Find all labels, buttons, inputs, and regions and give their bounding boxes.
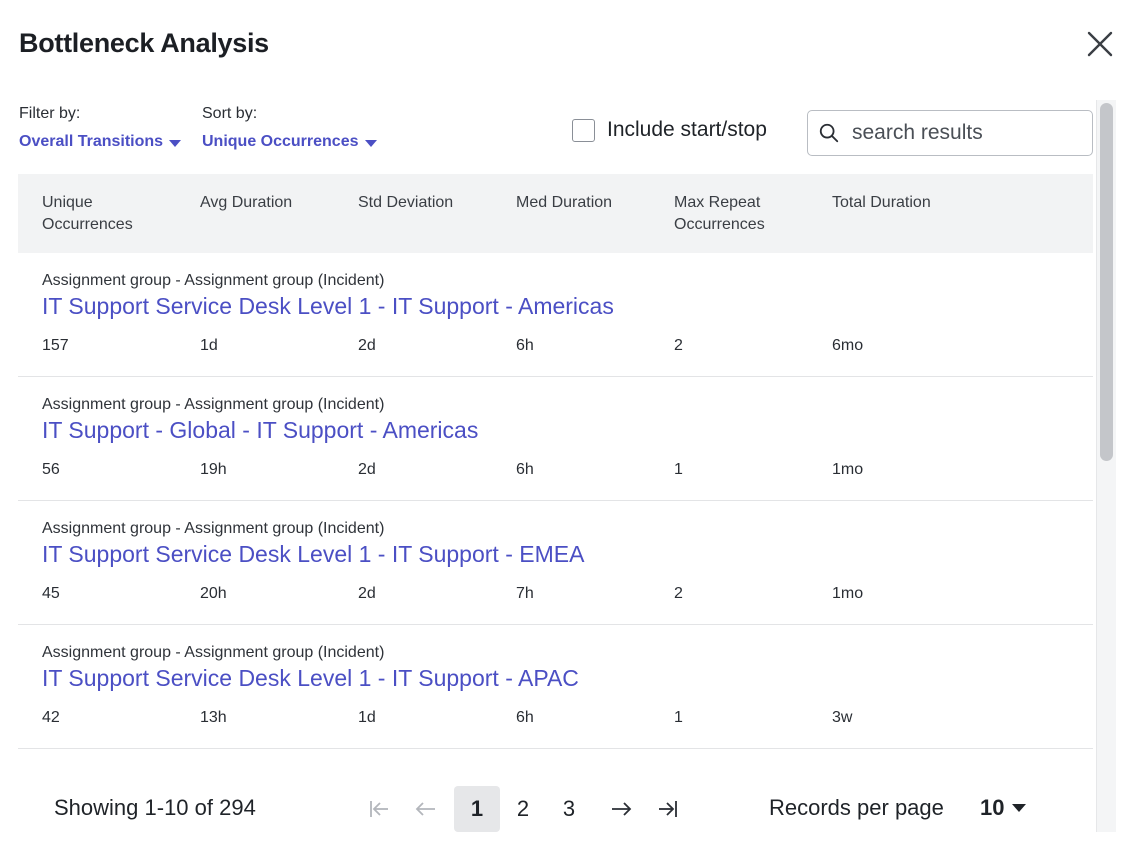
page-3-button[interactable]: 3 bbox=[546, 786, 592, 832]
close-icon bbox=[1087, 31, 1113, 57]
column-header-unique-occurrences[interactable]: Unique Occurrences bbox=[42, 192, 182, 236]
cell-med-duration: 6h bbox=[516, 461, 534, 478]
row-transition-link[interactable]: IT Support Service Desk Level 1 - IT Sup… bbox=[42, 665, 579, 692]
table-row: Assignment group - Assignment group (Inc… bbox=[18, 501, 1093, 625]
last-page-button[interactable] bbox=[649, 786, 687, 832]
cell-avg-duration: 19h bbox=[200, 461, 227, 478]
pagination: 1 2 3 bbox=[360, 786, 696, 832]
cell-med-duration: 7h bbox=[516, 585, 534, 602]
caret-down-icon bbox=[169, 139, 182, 147]
table-row: Assignment group - Assignment group (Inc… bbox=[18, 377, 1093, 501]
search-icon bbox=[819, 123, 839, 143]
cell-max-repeat: 2 bbox=[674, 337, 683, 354]
previous-page-button[interactable] bbox=[407, 786, 445, 832]
cell-unique-occurrences: 157 bbox=[42, 337, 69, 354]
sort-by-group: Sort by: Unique Occurrences bbox=[202, 105, 377, 151]
dialog-title: Bottleneck Analysis bbox=[19, 28, 269, 58]
row-transition-link[interactable]: IT Support Service Desk Level 1 - IT Sup… bbox=[42, 293, 614, 320]
row-subtitle: Assignment group - Assignment group (Inc… bbox=[42, 644, 385, 661]
cell-avg-duration: 13h bbox=[200, 709, 227, 726]
cell-max-repeat: 1 bbox=[674, 461, 683, 478]
row-transition-link[interactable]: IT Support Service Desk Level 1 - IT Sup… bbox=[42, 541, 584, 568]
table-row: Assignment group - Assignment group (Inc… bbox=[18, 253, 1093, 377]
filter-by-group: Filter by: Overall Transitions bbox=[19, 105, 182, 151]
caret-down-icon bbox=[364, 139, 377, 147]
cell-max-repeat: 2 bbox=[674, 585, 683, 602]
records-per-page-dropdown[interactable]: 10 bbox=[980, 795, 1027, 821]
arrow-right-icon bbox=[612, 802, 632, 816]
column-header-total-duration[interactable]: Total Duration bbox=[832, 192, 972, 214]
cell-med-duration: 6h bbox=[516, 709, 534, 726]
filter-by-label: Filter by: bbox=[19, 105, 81, 122]
records-per-page-label: Records per page bbox=[769, 795, 944, 820]
row-subtitle: Assignment group - Assignment group (Inc… bbox=[42, 520, 385, 537]
table-header: Unique Occurrences Avg Duration Std Devi… bbox=[18, 174, 1093, 253]
cell-unique-occurrences: 42 bbox=[42, 709, 60, 726]
cell-avg-duration: 20h bbox=[200, 585, 227, 602]
include-start-stop-toggle[interactable]: Include start/stop bbox=[572, 118, 767, 142]
cell-std-deviation: 2d bbox=[358, 585, 376, 602]
sort-by-dropdown[interactable]: Unique Occurrences bbox=[202, 133, 377, 151]
column-header-med-duration[interactable]: Med Duration bbox=[516, 192, 656, 214]
cell-max-repeat: 1 bbox=[674, 709, 683, 726]
cell-std-deviation: 1d bbox=[358, 709, 376, 726]
cell-unique-occurrences: 45 bbox=[42, 585, 60, 602]
next-page-button[interactable] bbox=[602, 786, 640, 832]
include-start-stop-checkbox[interactable] bbox=[572, 118, 595, 142]
column-header-std-deviation[interactable]: Std Deviation bbox=[358, 192, 498, 214]
table-row: Assignment group - Assignment group (Inc… bbox=[18, 625, 1093, 749]
showing-count: Showing 1-10 of 294 bbox=[54, 795, 256, 820]
cell-total-duration: 3w bbox=[832, 709, 853, 726]
row-subtitle: Assignment group - Assignment group (Inc… bbox=[42, 272, 385, 289]
search-box[interactable] bbox=[807, 110, 1093, 156]
cell-total-duration: 1mo bbox=[832, 585, 864, 602]
cell-med-duration: 6h bbox=[516, 337, 534, 354]
close-button[interactable] bbox=[1084, 28, 1116, 60]
include-start-stop-label: Include start/stop bbox=[607, 118, 767, 141]
column-header-avg-duration[interactable]: Avg Duration bbox=[200, 192, 340, 214]
sort-by-value: Unique Occurrences bbox=[202, 133, 359, 150]
cell-avg-duration: 1d bbox=[200, 337, 218, 354]
first-page-button[interactable] bbox=[360, 786, 398, 832]
cell-std-deviation: 2d bbox=[358, 461, 376, 478]
search-input[interactable] bbox=[852, 121, 1072, 145]
cell-total-duration: 6mo bbox=[832, 337, 864, 354]
cell-unique-occurrences: 56 bbox=[42, 461, 60, 478]
column-header-max-repeat-occurrences[interactable]: Max Repeat Occurrences bbox=[674, 192, 814, 236]
cell-std-deviation: 2d bbox=[358, 337, 376, 354]
records-per-page-value: 10 bbox=[980, 795, 1005, 820]
last-page-icon bbox=[659, 801, 677, 817]
filter-by-dropdown[interactable]: Overall Transitions bbox=[19, 133, 182, 151]
sort-by-label: Sort by: bbox=[202, 105, 258, 122]
row-transition-link[interactable]: IT Support - Global - IT Support - Ameri… bbox=[42, 417, 478, 444]
row-subtitle: Assignment group - Assignment group (Inc… bbox=[42, 396, 385, 413]
scrollbar[interactable] bbox=[1096, 100, 1116, 832]
arrow-left-icon bbox=[415, 802, 435, 816]
filter-by-value: Overall Transitions bbox=[19, 133, 164, 150]
first-page-icon bbox=[370, 801, 388, 817]
page-1-button[interactable]: 1 bbox=[454, 786, 500, 832]
scrollbar-thumb[interactable] bbox=[1100, 103, 1113, 461]
caret-down-icon bbox=[1012, 804, 1027, 812]
cell-total-duration: 1mo bbox=[832, 461, 864, 478]
page-2-button[interactable]: 2 bbox=[500, 786, 546, 832]
